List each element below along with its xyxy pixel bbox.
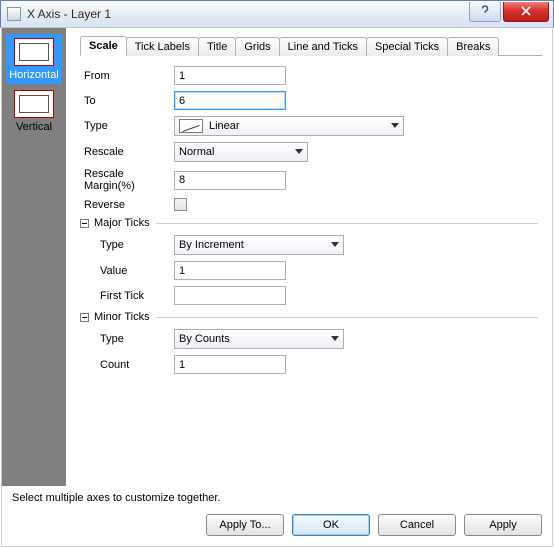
minor-ticks-group: Minor Ticks xyxy=(94,311,150,323)
major-first-tick-input[interactable] xyxy=(174,286,286,305)
sidebar-item-label: Vertical xyxy=(6,121,62,133)
tab-breaks[interactable]: Breaks xyxy=(447,37,499,56)
ok-button[interactable]: OK xyxy=(292,514,370,536)
button-bar: Apply To... OK Cancel Apply xyxy=(2,510,552,546)
reverse-checkbox[interactable] xyxy=(174,198,187,211)
tab-scale[interactable]: Scale xyxy=(80,36,127,56)
minor-count-label: Count xyxy=(82,359,174,371)
to-label: To xyxy=(82,95,174,107)
apply-to-button[interactable]: Apply To... xyxy=(206,514,284,536)
cancel-button[interactable]: Cancel xyxy=(378,514,456,536)
major-first-tick-label: First Tick xyxy=(82,290,174,302)
collapse-icon[interactable] xyxy=(80,219,89,228)
tab-title[interactable]: Title xyxy=(198,37,236,56)
chevron-down-icon xyxy=(331,242,339,247)
type-combo[interactable]: Linear xyxy=(174,116,404,136)
tab-grids[interactable]: Grids xyxy=(235,37,279,56)
type-value: Linear xyxy=(209,120,240,132)
sidebar-item-label: Horizontal xyxy=(6,69,62,81)
major-type-label: Type xyxy=(82,239,174,251)
major-type-combo[interactable]: By Increment xyxy=(174,235,344,255)
tab-special-ticks[interactable]: Special Ticks xyxy=(366,37,448,56)
from-input[interactable] xyxy=(174,66,286,85)
minor-type-combo[interactable]: By Counts xyxy=(174,329,344,349)
sidebar-item-vertical[interactable]: Vertical xyxy=(6,86,62,136)
axis-thumb-vertical-icon xyxy=(14,90,54,118)
rescale-margin-input[interactable] xyxy=(174,171,286,190)
tab-line-and-ticks[interactable]: Line and Ticks xyxy=(279,37,367,56)
close-button[interactable] xyxy=(503,2,549,22)
title-bar: X Axis - Layer 1 xyxy=(0,0,554,28)
apply-button[interactable]: Apply xyxy=(464,514,542,536)
linear-scale-icon xyxy=(179,119,203,133)
minor-type-label: Type xyxy=(82,333,174,345)
to-input[interactable] xyxy=(174,91,286,110)
chevron-down-icon xyxy=(331,336,339,341)
major-value-input[interactable] xyxy=(174,261,286,280)
tab-tick-labels[interactable]: Tick Labels xyxy=(126,37,199,56)
type-label: Type xyxy=(82,120,174,132)
from-label: From xyxy=(82,70,174,82)
major-ticks-group: Major Ticks xyxy=(94,217,150,229)
help-button[interactable] xyxy=(469,2,501,22)
major-type-value: By Increment xyxy=(179,239,244,251)
rescale-combo[interactable]: Normal xyxy=(174,142,308,162)
chevron-down-icon xyxy=(295,149,303,154)
rescale-label: Rescale xyxy=(82,146,174,158)
major-value-label: Value xyxy=(82,265,174,277)
axis-thumb-horizontal-icon xyxy=(14,38,54,66)
chevron-down-icon xyxy=(391,123,399,128)
tab-strip: Scale Tick Labels Title Grids Line and T… xyxy=(80,34,542,56)
minor-type-value: By Counts xyxy=(179,333,230,345)
axis-sidebar: Horizontal Vertical xyxy=(2,28,66,486)
footer-hint: Select multiple axes to customize togeth… xyxy=(2,486,552,510)
reverse-label: Reverse xyxy=(82,199,174,211)
rescale-margin-label: Rescale Margin(%) xyxy=(82,168,174,192)
rescale-value: Normal xyxy=(179,146,214,158)
app-icon xyxy=(7,7,21,21)
sidebar-item-horizontal[interactable]: Horizontal xyxy=(6,34,62,84)
minor-count-input[interactable] xyxy=(174,355,286,374)
collapse-icon[interactable] xyxy=(80,313,89,322)
window-title: X Axis - Layer 1 xyxy=(27,7,469,21)
